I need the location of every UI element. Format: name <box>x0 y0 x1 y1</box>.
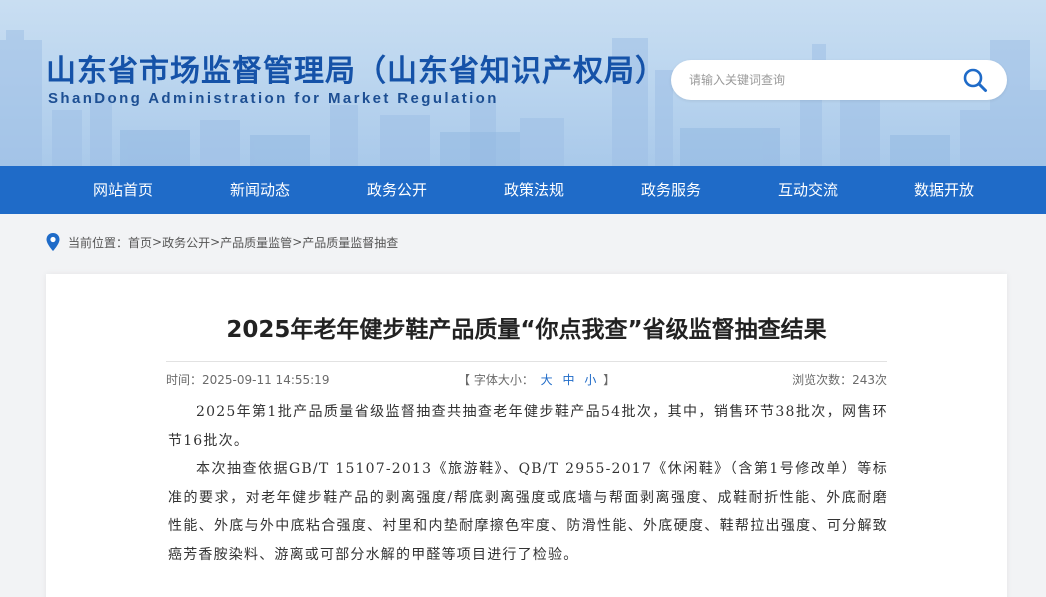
article-paragraph: 本次抽查依据GB/T 15107-2013《旅游鞋》、QB/T 2955-201… <box>168 461 888 563</box>
main-nav: 网站首页 新闻动态 政务公开 政策法规 政务服务 互动交流 数据开放 <box>0 166 1046 214</box>
location-pin-icon <box>46 233 60 251</box>
breadcrumb-separator: > <box>292 235 303 249</box>
article-meta: 时间：2025-09-11 14:55:19 【 字体大小： 大 中 小 】 浏… <box>166 371 887 389</box>
search-button[interactable] <box>959 65 991 95</box>
nav-item-policies[interactable]: 政策法规 <box>474 166 594 214</box>
article-paragraph: 2025年第1批产品质量省级监督抽查共抽查老年健步鞋产品54批次，其中，销售环节… <box>168 404 888 449</box>
nav-item-interaction[interactable]: 互动交流 <box>748 166 868 214</box>
nav-item-open-data[interactable]: 数据开放 <box>884 166 1004 214</box>
breadcrumb-separator: > <box>210 235 221 249</box>
search-box <box>671 60 1007 100</box>
search-icon <box>963 68 987 92</box>
breadcrumb-gov-affairs[interactable]: 政务公开 <box>162 234 210 251</box>
site-title: 山东省市场监督管理局（山东省知识产权局） <box>46 54 666 89</box>
site-title-english: ShanDong Administration for Market Regul… <box>48 90 499 107</box>
search-input[interactable] <box>689 70 959 90</box>
breadcrumb: 当前位置： 首页 > 政务公开 > 产品质量监管 > 产品质量监督抽查 <box>46 232 398 252</box>
article-title: 2025年老年健步鞋产品质量“你点我查”省级监督抽查结果 <box>226 317 827 343</box>
font-size-close-bracket: 】 <box>603 373 616 387</box>
font-size-label: 【 字体大小： <box>458 373 534 387</box>
header-banner: 山东省市场监督管理局（山东省知识产权局） ShanDong Administra… <box>0 0 1046 166</box>
breadcrumb-quality-regulation[interactable]: 产品质量监管 <box>220 234 292 251</box>
breadcrumb-spot-check[interactable]: 产品质量监督抽查 <box>302 234 398 251</box>
publish-time: 时间：2025-09-11 14:55:19 <box>166 373 330 387</box>
font-size-small-button[interactable]: 小 <box>584 373 596 387</box>
breadcrumb-home[interactable]: 首页 <box>128 234 152 251</box>
article-panel: 2025年老年健步鞋产品质量“你点我查”省级监督抽查结果 时间：2025-09-… <box>46 274 1007 597</box>
title-divider <box>166 361 887 362</box>
font-size-control: 【 字体大小： 大 中 小 】 <box>458 371 615 388</box>
font-size-large-button[interactable]: 大 <box>541 373 553 387</box>
nav-item-services[interactable]: 政务服务 <box>611 166 731 214</box>
breadcrumb-separator: > <box>152 235 163 249</box>
breadcrumb-prefix: 当前位置： <box>68 235 129 250</box>
nav-item-home[interactable]: 网站首页 <box>63 166 183 214</box>
view-count: 浏览次数：243次 <box>792 373 887 387</box>
nav-item-gov-affairs[interactable]: 政务公开 <box>337 166 457 214</box>
nav-item-news[interactable]: 新闻动态 <box>200 166 320 214</box>
font-size-medium-button[interactable]: 中 <box>563 373 575 387</box>
article-body: 2025年第1批产品质量省级监督抽查共抽查老年健步鞋产品54批次，其中，销售环节… <box>168 398 888 569</box>
